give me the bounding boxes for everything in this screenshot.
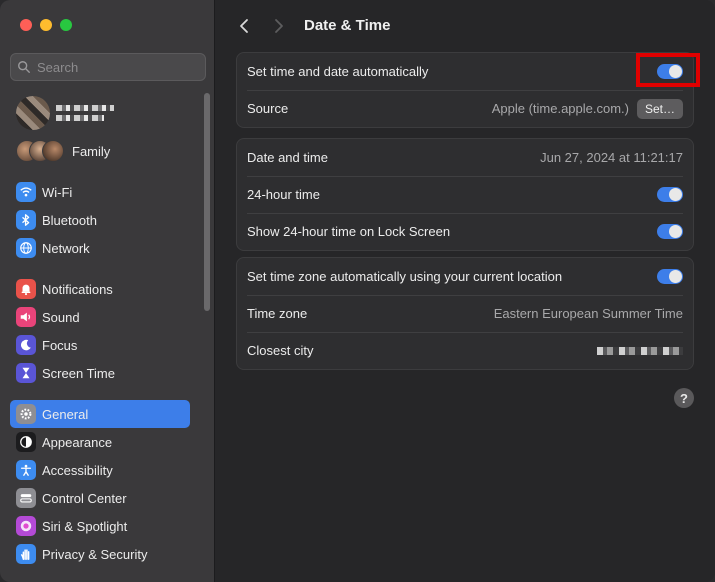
appearance-icon xyxy=(16,432,36,452)
sidebar-item-bluetooth[interactable]: Bluetooth xyxy=(10,206,190,234)
sidebar-item-label: Siri & Spotlight xyxy=(42,518,128,534)
sidebar-item-general[interactable]: General xyxy=(10,400,190,428)
sidebar-item-label: Accessibility xyxy=(42,462,113,478)
bluetooth-icon xyxy=(16,210,36,230)
auto-time-group: Set time and date automatically Source A… xyxy=(236,52,694,128)
date-time-group: Date and time Jun 27, 2024 at 11:21:17 2… xyxy=(236,138,694,251)
accessibility-icon xyxy=(16,460,36,480)
lock-screen-toggle[interactable] xyxy=(657,224,683,239)
sidebar: Family Wi-Fi Bluetooth Network Notificatio… xyxy=(0,0,215,582)
time-zone-value: Eastern European Summer Time xyxy=(493,306,683,321)
main-pane: Date & Time Set time and date automatica… xyxy=(216,0,715,582)
speaker-icon xyxy=(16,307,36,327)
sidebar-item-wifi[interactable]: Wi-Fi xyxy=(10,178,190,206)
sidebar-item-label: Privacy & Security xyxy=(42,546,148,562)
gear-icon xyxy=(16,404,36,424)
set-auto-row: Set time and date automatically xyxy=(237,53,693,90)
source-label: Source xyxy=(247,101,289,116)
moon-icon xyxy=(16,335,36,355)
source-value: Apple (time.apple.com.) xyxy=(491,101,629,116)
source-row: Source Apple (time.apple.com.) Set… xyxy=(237,90,693,127)
sidebar-item-label: General xyxy=(42,406,89,422)
lock-screen-label: Show 24-hour time on Lock Screen xyxy=(247,224,451,239)
minimize-window-button[interactable] xyxy=(40,19,52,31)
sidebar-item-control-center[interactable]: Control Center xyxy=(10,484,190,512)
chevron-left-icon xyxy=(240,19,248,33)
apple-account[interactable] xyxy=(16,96,114,130)
sidebar-item-focus[interactable]: Focus xyxy=(10,331,190,359)
sidebar-item-label: Focus xyxy=(42,337,78,353)
sidebar-item-notifications[interactable]: Notifications xyxy=(10,275,190,303)
search-box[interactable] xyxy=(10,53,206,81)
avatar xyxy=(16,96,50,130)
set-source-button[interactable]: Set… xyxy=(636,98,683,119)
settings-window: Family Wi-Fi Bluetooth Network Notificatio… xyxy=(0,0,715,582)
sidebar-group-notifications: Notifications Sound Focus Screen Time xyxy=(10,275,190,387)
sidebar-item-privacy[interactable]: Privacy & Security xyxy=(10,540,190,568)
hand-icon xyxy=(16,544,36,564)
toolbar: Date & Time xyxy=(216,0,715,52)
set-auto-label: Set time and date automatically xyxy=(247,64,429,79)
sidebar-item-label: Appearance xyxy=(42,434,113,450)
switches-icon xyxy=(16,488,36,508)
sidebar-item-label: Bluetooth xyxy=(42,212,97,228)
family-label: Family xyxy=(72,143,111,159)
sidebar-item-screen-time[interactable]: Screen Time xyxy=(10,359,190,387)
back-button[interactable] xyxy=(234,16,254,36)
sidebar-item-label: Screen Time xyxy=(42,365,115,381)
globe-icon xyxy=(16,238,36,258)
sidebar-item-appearance[interactable]: Appearance xyxy=(10,428,190,456)
date-time-row: Date and time Jun 27, 2024 at 11:21:17 xyxy=(237,139,693,176)
sidebar-scrollbar[interactable] xyxy=(204,93,210,311)
time-zone-row: Time zone Eastern European Summer Time xyxy=(237,295,693,332)
date-time-value[interactable]: Jun 27, 2024 at 11:21:17 xyxy=(540,150,683,165)
sidebar-item-label: Sound xyxy=(42,309,80,325)
sidebar-item-family[interactable]: Family xyxy=(16,140,110,162)
h24-toggle[interactable] xyxy=(657,187,683,202)
time-zone-group: Set time zone automatically using your c… xyxy=(236,257,694,370)
window-controls xyxy=(20,19,72,31)
sidebar-item-sound[interactable]: Sound xyxy=(10,303,190,331)
time-zone-label: Time zone xyxy=(247,306,308,321)
hourglass-icon xyxy=(16,363,36,383)
closest-city-label: Closest city xyxy=(247,343,314,358)
page-title: Date & Time xyxy=(304,17,391,34)
closest-city-row: Closest city xyxy=(237,332,693,369)
h24-label: 24-hour time xyxy=(247,187,320,202)
auto-zone-toggle[interactable] xyxy=(657,269,683,284)
forward-button[interactable] xyxy=(269,16,289,36)
auto-zone-label: Set time zone automatically using your c… xyxy=(247,269,563,284)
chevron-right-icon xyxy=(275,19,283,33)
sidebar-item-network[interactable]: Network xyxy=(10,234,190,262)
zoom-window-button[interactable] xyxy=(60,19,72,31)
date-time-label: Date and time xyxy=(247,150,328,165)
sidebar-group-system: General Appearance Accessibility Control Ce… xyxy=(10,400,190,568)
auto-zone-row: Set time zone automatically using your c… xyxy=(237,258,693,295)
bell-icon xyxy=(16,279,36,299)
sidebar-group-network: Wi-Fi Bluetooth Network xyxy=(10,178,190,262)
search-input[interactable] xyxy=(37,59,197,75)
sidebar-item-label: Control Center xyxy=(42,490,127,506)
closest-city-redacted xyxy=(597,346,683,355)
sidebar-item-siri[interactable]: Siri & Spotlight xyxy=(10,512,190,540)
account-name-redacted xyxy=(56,105,114,121)
close-window-button[interactable] xyxy=(20,19,32,31)
siri-icon xyxy=(16,516,36,536)
lock-screen-row: Show 24-hour time on Lock Screen xyxy=(237,213,693,250)
sidebar-item-label: Notifications xyxy=(42,281,113,297)
sidebar-item-accessibility[interactable]: Accessibility xyxy=(10,456,190,484)
h24-row: 24-hour time xyxy=(237,176,693,213)
family-avatars xyxy=(16,140,64,162)
search-icon xyxy=(18,61,30,73)
sidebar-item-label: Wi-Fi xyxy=(42,184,73,200)
set-auto-toggle[interactable] xyxy=(657,64,683,79)
sidebar-item-label: Network xyxy=(42,240,90,256)
help-button[interactable]: ? xyxy=(674,388,694,408)
wifi-icon xyxy=(16,182,36,202)
